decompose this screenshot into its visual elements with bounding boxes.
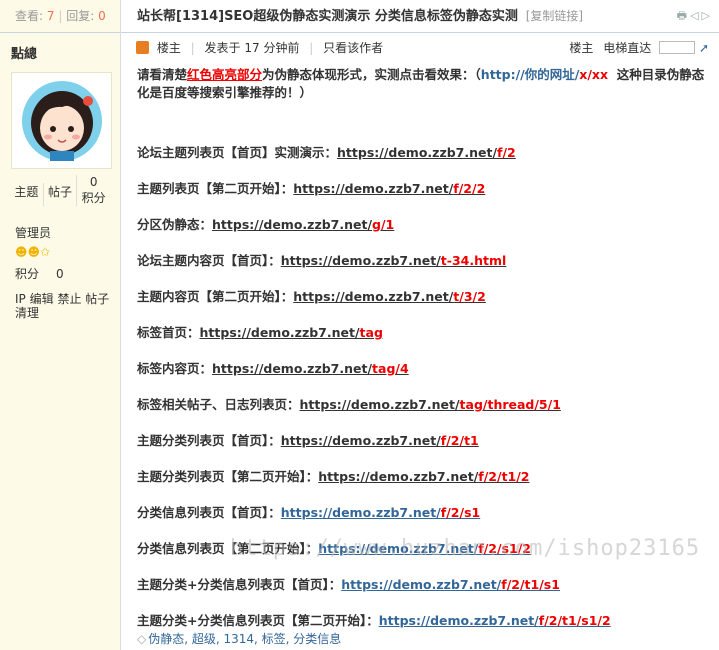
floor-owner-label: 楼主	[156, 41, 181, 55]
demo-link[interactable]: https://demo.zzb7.net/f/2/s1	[281, 505, 480, 520]
smile-icon: ☻☻	[15, 245, 41, 259]
credits-stat[interactable]: 0 积分	[76, 175, 110, 206]
row-label: 标签相关帖子、日志列表页：	[137, 397, 300, 412]
row-label: 主题内容页【第二页开始】：	[137, 289, 294, 304]
edit-link[interactable]: 编辑	[30, 292, 54, 306]
tag-icon: ◇	[137, 632, 147, 646]
row-label: 论坛主题内容页【首页】：	[137, 253, 281, 268]
user-group[interactable]: 管理员	[15, 224, 120, 241]
replies-label: 回复:	[66, 9, 95, 23]
prev-icon[interactable]: ◁	[690, 9, 701, 22]
intro-paragraph: 请看清楚红色高亮部分为伪静态体现形式，实测点击看效果：（http://你的网址/…	[137, 67, 705, 100]
ban-link[interactable]: 禁止	[57, 292, 81, 306]
copy-link-button[interactable]: [复制链接]	[526, 9, 583, 23]
views-label: 查看:	[15, 9, 44, 23]
demo-link[interactable]: https://demo.zzb7.net/tag/4	[212, 361, 409, 376]
row-label: 主题分类+分类信息列表页【首页】：	[137, 577, 342, 592]
demo-link-row: 分区伪静态：https://demo.zzb7.net/g/1	[137, 214, 394, 233]
user-icon	[136, 41, 149, 54]
demo-link-row: 标签首页：https://demo.zzb7.net/tag	[137, 322, 383, 341]
jump-input[interactable]	[659, 41, 696, 54]
posts-stat[interactable]: 帖子	[42, 183, 77, 206]
demo-link[interactable]: https://demo.zzb7.net/t/3/2	[293, 289, 486, 304]
demo-link[interactable]: https://demo.zzb7.net/f/2/t1	[281, 433, 479, 448]
demo-link-row: 分类信息列表页【首页】：https://demo.zzb7.net/f/2/s1	[137, 502, 480, 521]
author-stats: 主题 帖子 0 积分	[10, 175, 110, 206]
score-row: 积分 0	[15, 267, 64, 281]
demo-link[interactable]: https://demo.zzb7.net/tag/thread/5/1	[300, 397, 561, 412]
demo-link-row: 主题分类列表页【首页】：https://demo.zzb7.net/f/2/t1	[137, 430, 479, 449]
demo-link-row: 主题分类+分类信息列表页【首页】：https://demo.zzb7.net/f…	[137, 574, 560, 593]
demo-link[interactable]: https://demo.zzb7.net/t-34.html	[281, 253, 507, 268]
rank-stars: ☻☻✩	[15, 245, 120, 259]
replies-count: 0	[98, 9, 106, 23]
demo-link[interactable]: https://demo.zzb7.net/f/2/t1/2	[318, 469, 529, 484]
demo-link-row: 论坛主题列表页【首页】实测演示：https://demo.zzb7.net/f/…	[137, 142, 516, 161]
posts-link[interactable]: 帖子	[85, 292, 109, 306]
demo-link-row: 分类信息列表页【第二页开始】：https://demo.zzb7.net/f/2…	[137, 538, 531, 557]
row-label: 主题分类+分类信息列表页【第二页开始】：	[137, 613, 379, 628]
row-label: 标签首页：	[137, 325, 200, 340]
row-label: 论坛主题列表页【首页】实测演示：	[137, 145, 338, 160]
demo-link-row: 标签内容页：https://demo.zzb7.net/tag/4	[137, 358, 409, 377]
avatar[interactable]	[11, 72, 112, 169]
demo-link[interactable]: https://demo.zzb7.net/f/2/t1/s1	[341, 577, 560, 592]
row-label: 分类信息列表页【第二页开始】：	[137, 541, 319, 556]
admin-links: IP 编辑 禁止 帖子 清理	[15, 292, 120, 320]
floor-label: 楼主	[569, 41, 594, 55]
next-icon[interactable]: ▷	[702, 9, 713, 22]
example-url[interactable]: http://你的网址/x/xx	[481, 67, 608, 82]
demo-link[interactable]: https://demo.zzb7.net/tag	[200, 325, 383, 340]
demo-link[interactable]: https://demo.zzb7.net/f/2/s1/2	[318, 541, 531, 556]
clean-link[interactable]: 清理	[15, 306, 39, 320]
view-reply-stats: 查看: 7 | 回复: 0	[0, 0, 120, 33]
demo-link-row: 标签相关帖子、日志列表页：https://demo.zzb7.net/tag/t…	[137, 394, 561, 413]
post-header: 楼主 | 发表于 17 分钟前 | 只看该作者 楼主 电梯直达 ➚	[136, 38, 709, 58]
views-count: 7	[46, 9, 55, 23]
post-time: 发表于 17 分钟前	[204, 41, 300, 55]
row-label: 分类信息列表页【首页】：	[137, 505, 281, 520]
demo-link[interactable]: https://demo.zzb7.net/f/2/2	[293, 181, 485, 196]
ip-link[interactable]: IP	[15, 292, 26, 306]
demo-link-row: 主题内容页【第二页开始】：https://demo.zzb7.net/t/3/2	[137, 286, 486, 305]
author-sidebar: 查看: 7 | 回复: 0 點總 主题 帖子 0 积分 管理员 ☻☻✩ 积分 0…	[0, 0, 121, 650]
demo-link-row: 主题列表页【第二页开始】：https://demo.zzb7.net/f/2/2	[137, 178, 485, 197]
demo-link[interactable]: https://demo.zzb7.net/f/2/t1/s1/2	[379, 613, 611, 628]
demo-link[interactable]: https://demo.zzb7.net/g/1	[212, 217, 394, 232]
demo-link-row: 论坛主题内容页【首页】：https://demo.zzb7.net/t-34.h…	[137, 250, 506, 269]
print-icon[interactable]: 🖶	[677, 9, 690, 22]
tags-row: ◇ 伪静态, 超级, 1314, 标签, 分类信息	[137, 630, 341, 647]
row-label: 主题分类列表页【第二页开始】：	[137, 469, 319, 484]
row-label: 主题分类列表页【首页】：	[137, 433, 281, 448]
only-author-link[interactable]: 只看该作者	[323, 41, 383, 55]
row-label: 分区伪静态：	[137, 217, 213, 232]
star-icon: ✩	[40, 245, 51, 259]
author-name[interactable]: 點總	[0, 33, 120, 62]
tags-list[interactable]: 伪静态, 超级, 1314, 标签, 分类信息	[148, 632, 341, 646]
jump-arrow-icon[interactable]: ➚	[699, 41, 709, 55]
demo-link-row: 主题分类列表页【第二页开始】：https://demo.zzb7.net/f/2…	[137, 466, 530, 485]
post-content: 请看清楚红色高亮部分为伪静态体现形式，实测点击看效果：（http://你的网址/…	[137, 66, 709, 102]
row-label: 主题列表页【第二页开始】：	[137, 181, 294, 196]
thread-title-bar: 站长帮[1314]SEO超级伪静态实测演示 分类信息标签伪静态实测 [复制链接]…	[121, 0, 719, 33]
thread-title: 站长帮[1314]SEO超级伪静态实测演示 分类信息标签伪静态实测	[137, 9, 518, 24]
topics-stat[interactable]: 主题	[10, 183, 43, 206]
demo-link-row: 主题分类+分类信息列表页【第二页开始】：https://demo.zzb7.ne…	[137, 610, 611, 629]
demo-link[interactable]: https://demo.zzb7.net/f/2	[337, 145, 516, 160]
row-label: 标签内容页：	[137, 361, 213, 376]
jump-label: 电梯直达	[603, 41, 652, 55]
avatar-icon	[22, 81, 102, 161]
